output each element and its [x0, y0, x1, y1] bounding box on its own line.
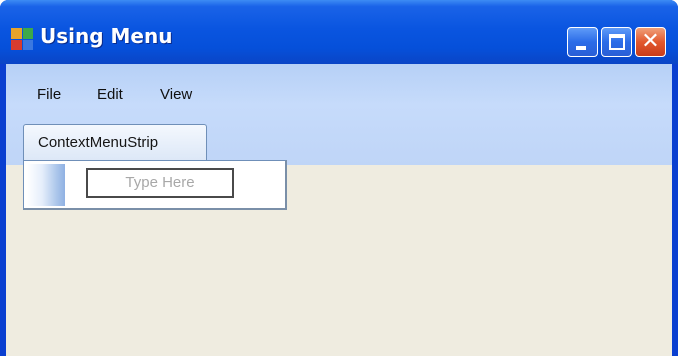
- image-margin-strip: [27, 164, 65, 206]
- title-bar[interactable]: Using Menu ✕: [0, 0, 678, 64]
- menu-file[interactable]: File: [37, 86, 61, 103]
- maximize-button[interactable]: [601, 27, 632, 57]
- context-menu-dropdown: Type Here: [23, 160, 287, 210]
- minimize-button[interactable]: [567, 27, 598, 57]
- context-menu-strip-tab[interactable]: ContextMenuStrip: [23, 124, 207, 160]
- maximize-icon: [609, 34, 625, 50]
- form-client-area: File Edit View ContextMenuStrip Type Her…: [6, 64, 672, 356]
- close-button[interactable]: ✕: [635, 27, 666, 57]
- menu-edit[interactable]: Edit: [97, 86, 123, 103]
- type-here-input[interactable]: Type Here: [86, 168, 234, 198]
- minimize-icon: [576, 46, 586, 50]
- app-window: Using Menu ✕ File Edit View ContextMenuS…: [0, 0, 678, 356]
- window-title: Using Menu: [40, 24, 173, 48]
- close-icon: ✕: [641, 29, 660, 54]
- app-icon: [11, 28, 33, 50]
- menu-view[interactable]: View: [160, 86, 192, 103]
